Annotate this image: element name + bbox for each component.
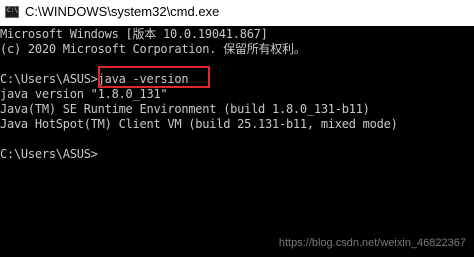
window-title: C:\WINDOWS\system32\cmd.exe xyxy=(25,4,220,19)
console-line-copyright: (c) 2020 Microsoft Corporation. 保留所有权利。 xyxy=(0,42,306,56)
cmd-icon[interactable]: C:\ xyxy=(5,6,19,18)
console-line-hotspot: Java HotSpot(TM) Client VM (build 25.131… xyxy=(0,117,398,131)
console-prompt: C:\Users\ASUS> xyxy=(0,147,98,161)
title-bar: C:\ C:\WINDOWS\system32\cmd.exe xyxy=(0,0,474,26)
console-output[interactable]: Microsoft Windows [版本 10.0.19041.867] (c… xyxy=(0,26,474,257)
watermark: https://blog.csdn.net/weixin_46822367 xyxy=(278,237,466,249)
console-line-java-version: java version "1.8.0_131" xyxy=(0,87,168,101)
cmd-icon-label: C:\ xyxy=(7,7,18,14)
command-highlight-box xyxy=(98,66,210,88)
console-line-version: Microsoft Windows [版本 10.0.19041.867] xyxy=(0,27,268,41)
console-line-runtime: Java(TM) SE Runtime Environment (build 1… xyxy=(0,102,370,116)
